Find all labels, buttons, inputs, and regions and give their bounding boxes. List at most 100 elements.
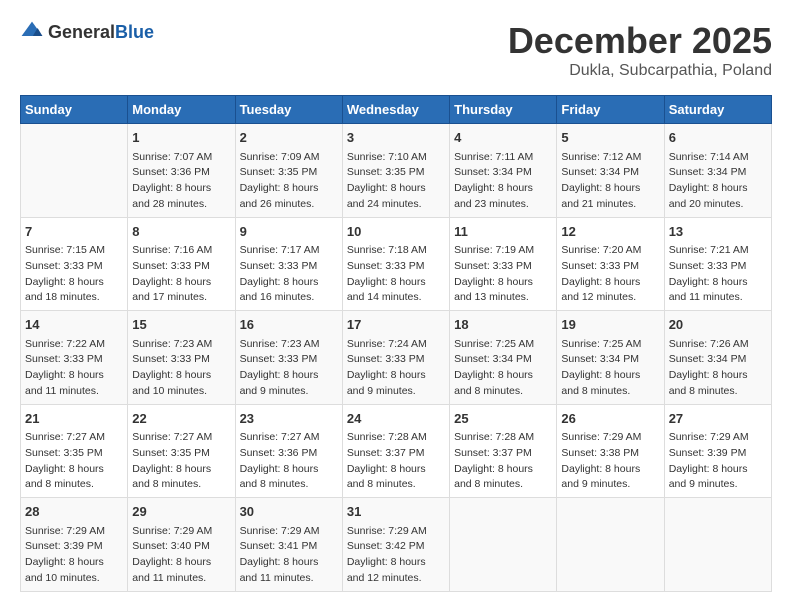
day-info: Sunrise: 7:28 AMSunset: 3:37 PMDaylight:… [454, 430, 552, 493]
calendar-cell: 20Sunrise: 7:26 AMSunset: 3:34 PMDayligh… [664, 311, 771, 405]
calendar-cell: 1Sunrise: 7:07 AMSunset: 3:36 PMDaylight… [128, 124, 235, 218]
logo-blue: Blue [115, 22, 154, 42]
day-info: Sunrise: 7:22 AMSunset: 3:33 PMDaylight:… [25, 337, 123, 400]
day-number: 11 [454, 222, 552, 242]
day-info: Sunrise: 7:23 AMSunset: 3:33 PMDaylight:… [240, 337, 338, 400]
calendar-cell: 8Sunrise: 7:16 AMSunset: 3:33 PMDaylight… [128, 217, 235, 311]
calendar-cell: 22Sunrise: 7:27 AMSunset: 3:35 PMDayligh… [128, 404, 235, 498]
header: GeneralBlue December 2025 Dukla, Subcarp… [20, 20, 772, 80]
day-number: 22 [132, 409, 230, 429]
calendar-cell: 11Sunrise: 7:19 AMSunset: 3:33 PMDayligh… [450, 217, 557, 311]
day-number: 13 [669, 222, 767, 242]
day-info: Sunrise: 7:21 AMSunset: 3:33 PMDaylight:… [669, 243, 767, 306]
day-number: 16 [240, 315, 338, 335]
title-area: December 2025 Dukla, Subcarpathia, Polan… [508, 20, 772, 80]
day-info: Sunrise: 7:12 AMSunset: 3:34 PMDaylight:… [561, 150, 659, 213]
calendar-cell [557, 498, 664, 592]
day-info: Sunrise: 7:16 AMSunset: 3:33 PMDaylight:… [132, 243, 230, 306]
day-number: 21 [25, 409, 123, 429]
header-day-sunday: Sunday [21, 96, 128, 124]
day-info: Sunrise: 7:25 AMSunset: 3:34 PMDaylight:… [454, 337, 552, 400]
day-info: Sunrise: 7:29 AMSunset: 3:39 PMDaylight:… [669, 430, 767, 493]
day-info: Sunrise: 7:24 AMSunset: 3:33 PMDaylight:… [347, 337, 445, 400]
week-row-1: 1Sunrise: 7:07 AMSunset: 3:36 PMDaylight… [21, 124, 772, 218]
calendar-cell: 17Sunrise: 7:24 AMSunset: 3:33 PMDayligh… [342, 311, 449, 405]
header-day-wednesday: Wednesday [342, 96, 449, 124]
day-number: 29 [132, 502, 230, 522]
day-info: Sunrise: 7:07 AMSunset: 3:36 PMDaylight:… [132, 150, 230, 213]
day-number: 27 [669, 409, 767, 429]
day-info: Sunrise: 7:29 AMSunset: 3:41 PMDaylight:… [240, 524, 338, 587]
day-info: Sunrise: 7:29 AMSunset: 3:38 PMDaylight:… [561, 430, 659, 493]
calendar-cell: 29Sunrise: 7:29 AMSunset: 3:40 PMDayligh… [128, 498, 235, 592]
day-info: Sunrise: 7:29 AMSunset: 3:39 PMDaylight:… [25, 524, 123, 587]
calendar-cell: 4Sunrise: 7:11 AMSunset: 3:34 PMDaylight… [450, 124, 557, 218]
header-day-friday: Friday [557, 96, 664, 124]
day-info: Sunrise: 7:29 AMSunset: 3:40 PMDaylight:… [132, 524, 230, 587]
calendar-cell: 23Sunrise: 7:27 AMSunset: 3:36 PMDayligh… [235, 404, 342, 498]
day-info: Sunrise: 7:26 AMSunset: 3:34 PMDaylight:… [669, 337, 767, 400]
day-info: Sunrise: 7:29 AMSunset: 3:42 PMDaylight:… [347, 524, 445, 587]
calendar-cell: 19Sunrise: 7:25 AMSunset: 3:34 PMDayligh… [557, 311, 664, 405]
day-number: 8 [132, 222, 230, 242]
day-number: 30 [240, 502, 338, 522]
calendar-cell [450, 498, 557, 592]
day-info: Sunrise: 7:23 AMSunset: 3:33 PMDaylight:… [132, 337, 230, 400]
day-info: Sunrise: 7:09 AMSunset: 3:35 PMDaylight:… [240, 150, 338, 213]
day-number: 20 [669, 315, 767, 335]
logo-icon [20, 20, 44, 44]
calendar-cell: 9Sunrise: 7:17 AMSunset: 3:33 PMDaylight… [235, 217, 342, 311]
header-day-monday: Monday [128, 96, 235, 124]
day-number: 9 [240, 222, 338, 242]
day-number: 6 [669, 128, 767, 148]
day-number: 26 [561, 409, 659, 429]
calendar-cell: 18Sunrise: 7:25 AMSunset: 3:34 PMDayligh… [450, 311, 557, 405]
day-info: Sunrise: 7:15 AMSunset: 3:33 PMDaylight:… [25, 243, 123, 306]
day-number: 24 [347, 409, 445, 429]
calendar-cell: 21Sunrise: 7:27 AMSunset: 3:35 PMDayligh… [21, 404, 128, 498]
day-info: Sunrise: 7:11 AMSunset: 3:34 PMDaylight:… [454, 150, 552, 213]
day-number: 5 [561, 128, 659, 148]
day-number: 19 [561, 315, 659, 335]
day-info: Sunrise: 7:27 AMSunset: 3:35 PMDaylight:… [25, 430, 123, 493]
day-info: Sunrise: 7:18 AMSunset: 3:33 PMDaylight:… [347, 243, 445, 306]
day-number: 23 [240, 409, 338, 429]
day-number: 1 [132, 128, 230, 148]
sub-title: Dukla, Subcarpathia, Poland [508, 62, 772, 80]
header-day-tuesday: Tuesday [235, 96, 342, 124]
day-number: 10 [347, 222, 445, 242]
day-info: Sunrise: 7:10 AMSunset: 3:35 PMDaylight:… [347, 150, 445, 213]
calendar-cell: 12Sunrise: 7:20 AMSunset: 3:33 PMDayligh… [557, 217, 664, 311]
calendar-cell: 3Sunrise: 7:10 AMSunset: 3:35 PMDaylight… [342, 124, 449, 218]
day-info: Sunrise: 7:20 AMSunset: 3:33 PMDaylight:… [561, 243, 659, 306]
day-number: 4 [454, 128, 552, 148]
day-number: 17 [347, 315, 445, 335]
calendar-cell: 28Sunrise: 7:29 AMSunset: 3:39 PMDayligh… [21, 498, 128, 592]
week-row-2: 7Sunrise: 7:15 AMSunset: 3:33 PMDaylight… [21, 217, 772, 311]
calendar-cell: 16Sunrise: 7:23 AMSunset: 3:33 PMDayligh… [235, 311, 342, 405]
day-info: Sunrise: 7:19 AMSunset: 3:33 PMDaylight:… [454, 243, 552, 306]
day-number: 25 [454, 409, 552, 429]
day-info: Sunrise: 7:27 AMSunset: 3:36 PMDaylight:… [240, 430, 338, 493]
day-info: Sunrise: 7:28 AMSunset: 3:37 PMDaylight:… [347, 430, 445, 493]
day-number: 12 [561, 222, 659, 242]
calendar-cell [664, 498, 771, 592]
week-row-3: 14Sunrise: 7:22 AMSunset: 3:33 PMDayligh… [21, 311, 772, 405]
calendar-cell: 27Sunrise: 7:29 AMSunset: 3:39 PMDayligh… [664, 404, 771, 498]
calendar-cell: 6Sunrise: 7:14 AMSunset: 3:34 PMDaylight… [664, 124, 771, 218]
calendar-cell: 10Sunrise: 7:18 AMSunset: 3:33 PMDayligh… [342, 217, 449, 311]
day-info: Sunrise: 7:27 AMSunset: 3:35 PMDaylight:… [132, 430, 230, 493]
week-row-4: 21Sunrise: 7:27 AMSunset: 3:35 PMDayligh… [21, 404, 772, 498]
calendar-cell: 14Sunrise: 7:22 AMSunset: 3:33 PMDayligh… [21, 311, 128, 405]
day-info: Sunrise: 7:25 AMSunset: 3:34 PMDaylight:… [561, 337, 659, 400]
calendar-cell [21, 124, 128, 218]
day-number: 14 [25, 315, 123, 335]
day-number: 7 [25, 222, 123, 242]
logo: GeneralBlue [20, 20, 154, 44]
calendar-cell: 2Sunrise: 7:09 AMSunset: 3:35 PMDaylight… [235, 124, 342, 218]
header-day-thursday: Thursday [450, 96, 557, 124]
main-title: December 2025 [508, 20, 772, 62]
week-row-5: 28Sunrise: 7:29 AMSunset: 3:39 PMDayligh… [21, 498, 772, 592]
calendar-cell: 5Sunrise: 7:12 AMSunset: 3:34 PMDaylight… [557, 124, 664, 218]
calendar-cell: 26Sunrise: 7:29 AMSunset: 3:38 PMDayligh… [557, 404, 664, 498]
